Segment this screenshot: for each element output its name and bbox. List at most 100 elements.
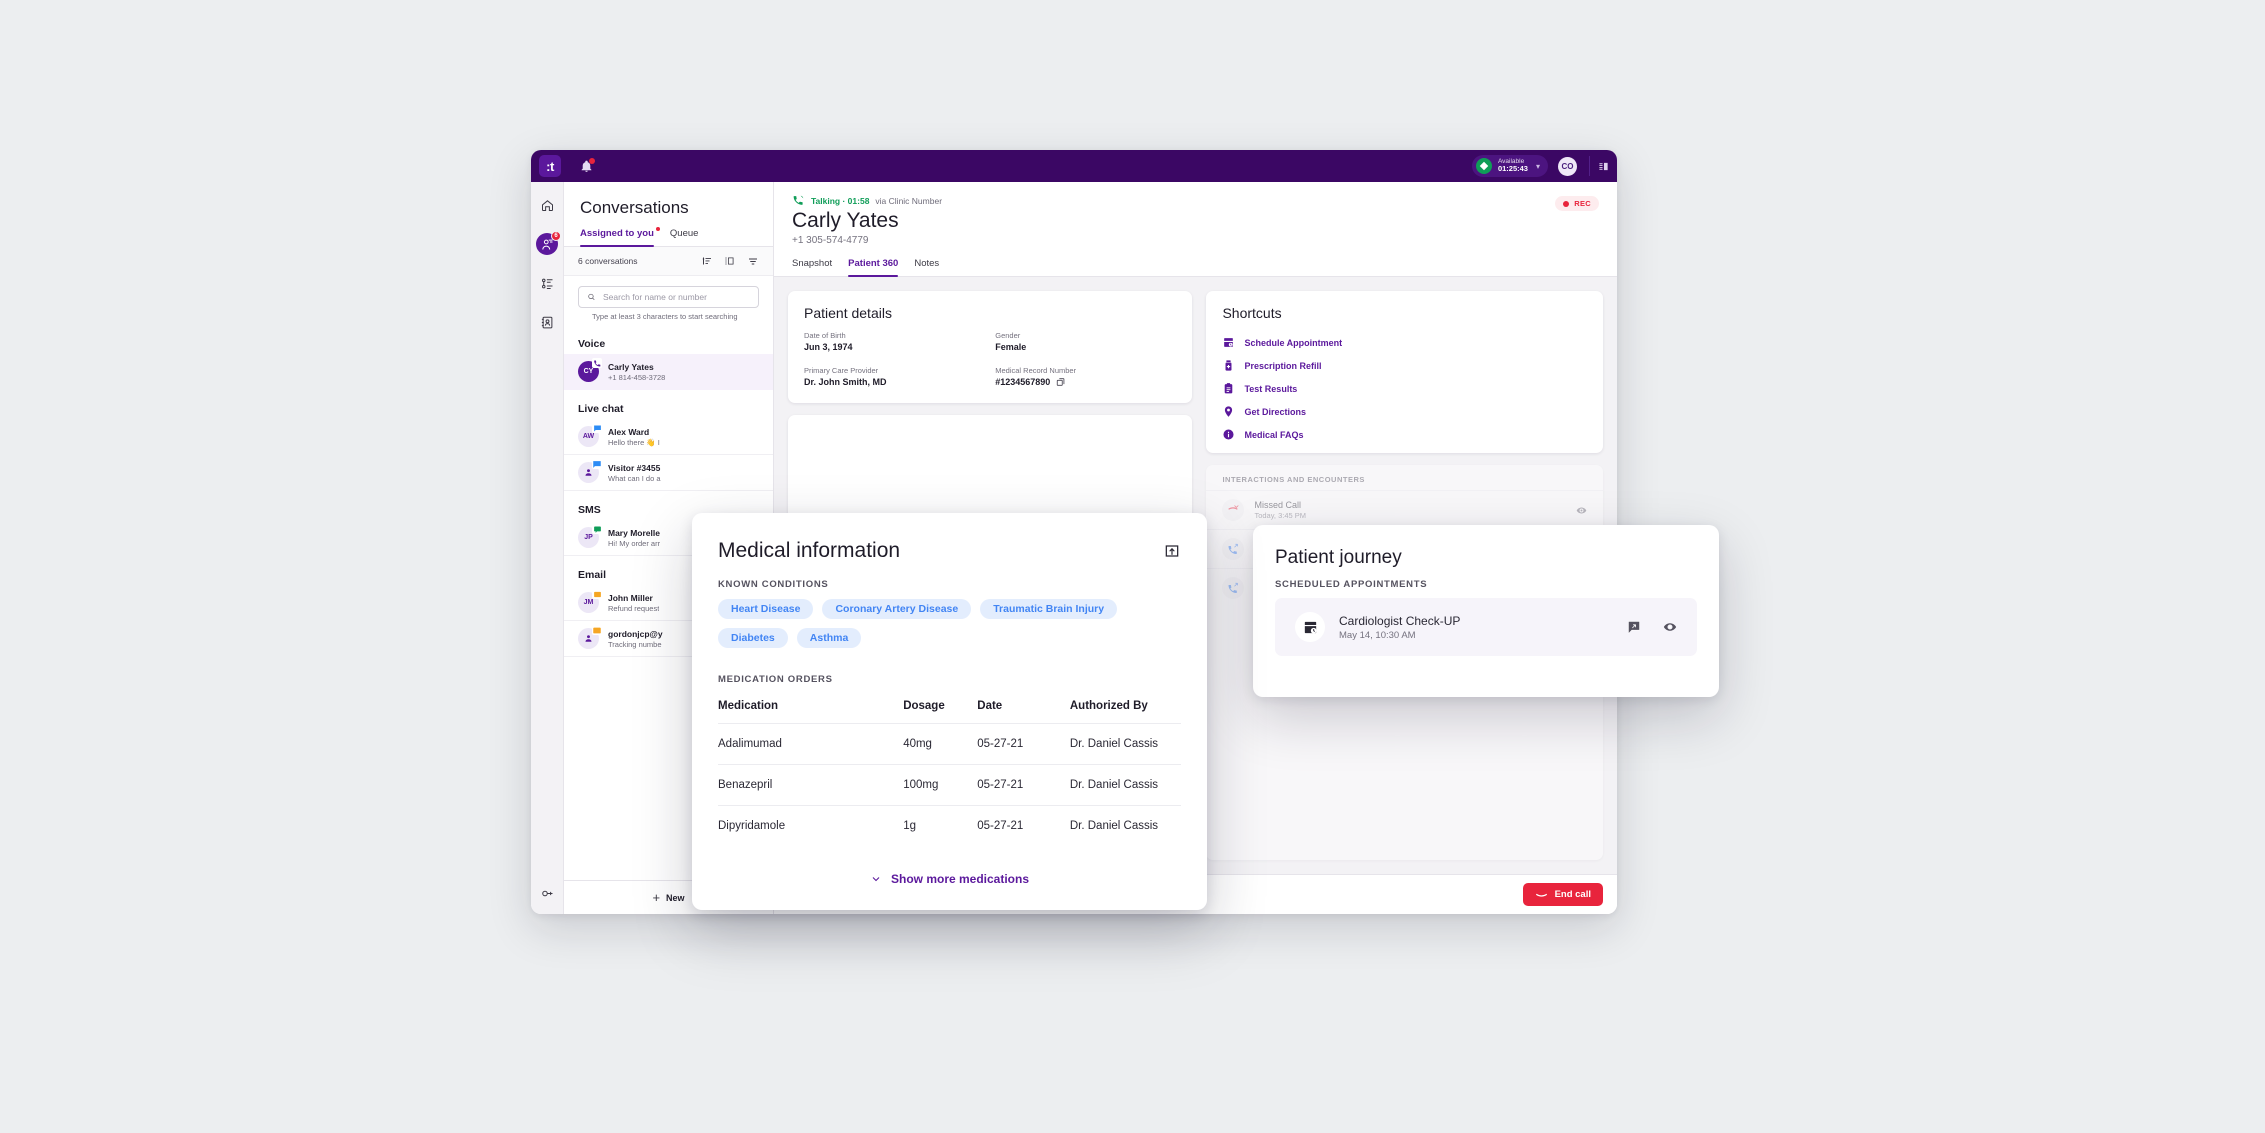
- condition-chip[interactable]: Asthma: [796, 628, 862, 648]
- known-conditions-label: KNOWN CONDITIONS: [718, 579, 829, 590]
- clipboard-icon: [1225, 383, 1233, 394]
- field-label: Medical Record Number: [995, 366, 1077, 375]
- app-logo[interactable]: :t: [539, 155, 561, 177]
- info-icon: [1223, 429, 1235, 440]
- condition-chip[interactable]: Diabetes: [718, 628, 788, 648]
- popout-icon: [1165, 545, 1179, 557]
- field-date-of-birth: Date of Birth Jun 3, 1974: [804, 331, 985, 352]
- list-item-name: Carly Yates: [608, 361, 654, 372]
- appointment-row[interactable]: Cardiologist Check-UP May 14, 10:30 AM: [1275, 598, 1697, 656]
- search-area: Type at least 3 characters to start sear…: [564, 276, 773, 325]
- sidebar-item-home[interactable]: [536, 194, 558, 216]
- field-label: Primary Care Provider: [804, 366, 879, 375]
- shortcut-prescription-refill[interactable]: Prescription Refill: [1206, 354, 1603, 377]
- call-via-text: via Clinic Number: [875, 195, 943, 206]
- avatar: JM: [578, 589, 602, 613]
- column-date: Date: [977, 700, 1003, 712]
- chat-icon: [593, 425, 601, 431]
- layout-toggle-icon[interactable]: [724, 255, 736, 267]
- avatar: JP: [578, 524, 602, 548]
- contacts-book-icon: [541, 316, 552, 328]
- unread-dot: [655, 227, 660, 231]
- end-call-label: End call: [1554, 889, 1591, 900]
- task-list-icon: [541, 278, 552, 289]
- cell-medication: Benazepril: [718, 764, 904, 806]
- sidebar-item-conversations[interactable]: 6: [536, 231, 561, 255]
- avatar-initials: AW: [582, 433, 595, 440]
- chat-icon: [593, 460, 601, 468]
- recording-label: REC: [1574, 199, 1591, 208]
- patient-journey-popout: Patient journey SCHEDULED APPOINTMENTS C…: [1253, 525, 1719, 697]
- condition-chip[interactable]: Coronary Artery Disease: [822, 599, 972, 619]
- condition-chip[interactable]: Traumatic Brain Injury: [980, 599, 1118, 619]
- list-item-name: Visitor #3455: [608, 462, 661, 473]
- modal-title: Medical information: [718, 539, 901, 562]
- avatar: [578, 459, 602, 483]
- search-box[interactable]: [578, 286, 759, 308]
- list-item[interactable]: CY Carly Yates +1 814-458-3728: [564, 354, 773, 390]
- calendar-clock-icon: [1304, 621, 1317, 634]
- scheduled-appointments-label: SCHEDULED APPOINTMENTS: [1275, 579, 1428, 590]
- show-more-label: Show more medications: [890, 872, 1030, 886]
- panel-layout-button[interactable]: [1589, 156, 1609, 176]
- condition-chip[interactable]: Heart Disease: [718, 599, 814, 619]
- shortcut-label: Schedule Appointment: [1244, 337, 1343, 348]
- status-label: Available: [1497, 158, 1525, 166]
- tab-snapshot[interactable]: Snapshot: [792, 258, 832, 276]
- sms-icon: [593, 526, 601, 533]
- shortcut-medical-faqs[interactable]: Medical FAQs: [1206, 423, 1603, 453]
- shortcut-test-results[interactable]: Test Results: [1206, 377, 1603, 400]
- outbound-call-icon: [1228, 582, 1239, 593]
- outbound-call-icon-wrap: [1222, 577, 1245, 599]
- sort-icon[interactable]: [701, 255, 713, 267]
- tab-assigned-to-you[interactable]: Assigned to you: [580, 227, 660, 247]
- interaction-sub: Today, 3:45 PM: [1254, 511, 1307, 520]
- tab-notes[interactable]: Notes: [914, 258, 939, 276]
- list-item-sub: Tracking numbe: [608, 639, 662, 649]
- shortcut-schedule-appointment[interactable]: Schedule Appointment: [1206, 331, 1603, 354]
- list-item-sub: +1 814-458-3728: [608, 372, 666, 382]
- user-avatar[interactable]: CO: [1558, 156, 1577, 176]
- channel-badge: [592, 358, 602, 368]
- known-conditions-chips: Heart Disease Coronary Artery Disease Tr…: [718, 599, 1181, 648]
- recording-badge: REC: [1555, 196, 1599, 211]
- interaction-actions: [1576, 505, 1587, 516]
- popout-button[interactable]: [1163, 542, 1181, 560]
- panel-layout-icon: [1599, 162, 1608, 170]
- channel-badge: [592, 423, 602, 433]
- field-value: Dr. John Smith, MD: [804, 377, 887, 387]
- new-conversation-label: New: [666, 892, 685, 903]
- list-item-sub: Hello there 👋 I: [608, 437, 660, 447]
- call-status: Talking · 01:58 via Clinic Number: [792, 194, 1599, 207]
- interaction-row[interactable]: Missed Call Today, 3:45 PM: [1206, 490, 1603, 529]
- notifications-bell-button[interactable]: [577, 157, 595, 175]
- channel-badge: [592, 589, 602, 599]
- eye-icon[interactable]: [1663, 620, 1677, 634]
- shortcut-label: Get Directions: [1244, 406, 1306, 417]
- email-icon: [593, 627, 601, 633]
- search-input[interactable]: [603, 292, 750, 302]
- screen: :t Available 01:25:43 ▾ CO 6 Conversatio…: [0, 0, 2265, 1133]
- patient-tabs: Snapshot Patient 360 Notes: [774, 258, 1617, 277]
- copy-icon[interactable]: [1056, 377, 1066, 387]
- list-item[interactable]: AW Alex Ward Hello there 👋 I: [564, 419, 773, 455]
- tab-patient-360[interactable]: Patient 360: [848, 258, 899, 277]
- sidebar-item-reports[interactable]: [536, 882, 558, 904]
- table-row: Benazepril 100mg 05-27-21 Dr. Daniel Cas…: [718, 764, 1181, 806]
- conversation-tabs: Assigned to you Queue: [564, 227, 773, 247]
- list-item[interactable]: Visitor #3455 What can I do a: [564, 455, 773, 491]
- patient-name: Carly Yates: [792, 209, 899, 232]
- sidebar-item-tasks[interactable]: [536, 272, 558, 294]
- end-call-button[interactable]: End call: [1522, 883, 1603, 906]
- open-external-icon[interactable]: [1627, 620, 1641, 634]
- agent-status-selector[interactable]: Available 01:25:43 ▾: [1471, 155, 1548, 177]
- conversations-badge: 6: [551, 231, 561, 241]
- sidebar-item-contacts[interactable]: [536, 311, 558, 333]
- filter-icon[interactable]: [747, 255, 759, 267]
- shortcuts-title: Shortcuts: [1222, 305, 1282, 321]
- show-more-medications-button[interactable]: Show more medications: [718, 872, 1181, 886]
- shortcut-get-directions[interactable]: Get Directions: [1206, 400, 1603, 423]
- channel-badge: [592, 459, 602, 469]
- eye-icon[interactable]: [1576, 505, 1587, 516]
- tab-queue[interactable]: Queue: [670, 228, 699, 246]
